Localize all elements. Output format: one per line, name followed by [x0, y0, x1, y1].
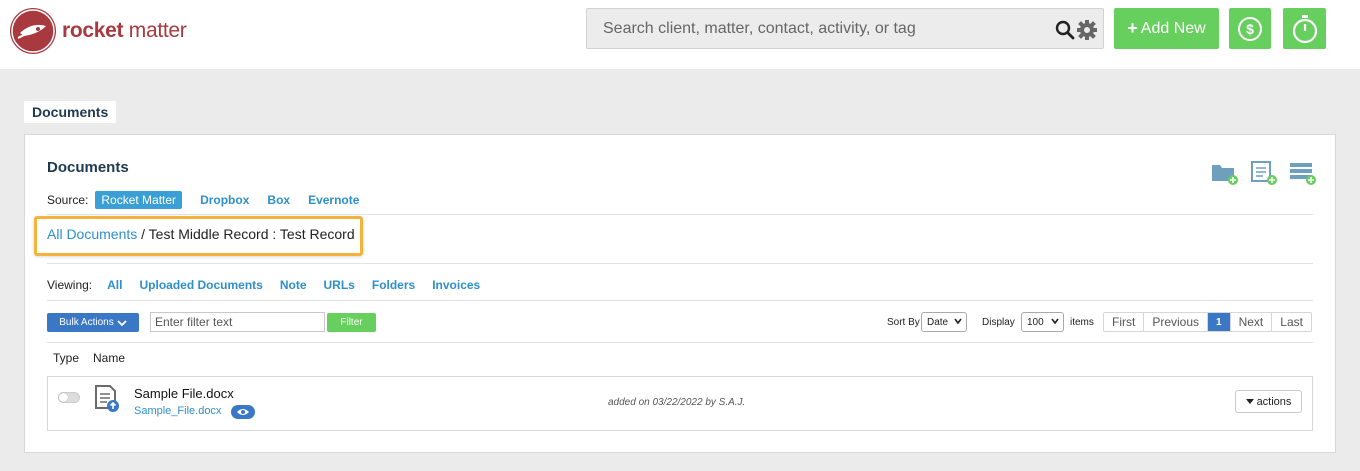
- bulk-actions-button[interactable]: Bulk Actions: [47, 313, 139, 332]
- add-new-button[interactable]: + Add New: [1114, 8, 1219, 49]
- billing-button[interactable]: $: [1229, 8, 1271, 49]
- divider: [47, 300, 1313, 301]
- sort-by-label: Sort By: [887, 317, 920, 328]
- gear-icon[interactable]: [1076, 19, 1098, 41]
- rocket-logo-icon: [10, 8, 56, 54]
- sort-by-select[interactable]: Date: [921, 312, 967, 332]
- items-label: items: [1070, 317, 1094, 328]
- divider: [47, 263, 1313, 264]
- chevron-down-icon: [954, 318, 962, 325]
- add-list-icon[interactable]: [1289, 159, 1318, 187]
- table-header: [47, 342, 1313, 376]
- top-header: rocket matter + Add New $: [0, 0, 1360, 69]
- file-download-link[interactable]: Sample_File.docx: [134, 405, 221, 417]
- page-tab-documents[interactable]: Documents: [24, 101, 116, 123]
- global-search: [586, 8, 1104, 49]
- view-folders[interactable]: Folders: [372, 278, 415, 292]
- search-input[interactable]: [603, 20, 1043, 38]
- column-header-name[interactable]: Name: [93, 351, 125, 365]
- added-on-text: added on 03/22/2022 by S.A.J.: [608, 397, 746, 408]
- divider: [47, 214, 1313, 215]
- dollar-icon: $: [1238, 16, 1262, 41]
- bulk-actions-label: Bulk Actions: [59, 317, 114, 328]
- source-label: Source:: [47, 193, 89, 207]
- panel-title: Documents: [47, 159, 129, 176]
- preview-eye-icon[interactable]: [231, 405, 255, 419]
- timer-button[interactable]: [1283, 8, 1326, 49]
- display-count-select[interactable]: 100: [1021, 312, 1064, 332]
- source-rocket-matter[interactable]: Rocket Matter: [95, 191, 183, 209]
- page-next[interactable]: Next: [1231, 313, 1273, 331]
- caret-down-icon: [1245, 399, 1254, 404]
- page-previous[interactable]: Previous: [1144, 313, 1209, 331]
- display-count-value: 100: [1027, 316, 1044, 328]
- row-actions-label: actions: [1256, 395, 1292, 408]
- search-icon[interactable]: [1055, 20, 1075, 40]
- chevron-down-icon: [117, 319, 127, 326]
- source-selector: Source: Rocket Matter Dropbox Box Everno…: [47, 191, 359, 209]
- viewing-filter: Viewing: All Uploaded Documents Note URL…: [47, 278, 497, 292]
- page-current[interactable]: 1: [1208, 313, 1231, 331]
- documents-panel: Documents Source: Rocket Matter Dropbox …: [24, 134, 1336, 453]
- new-document-icon[interactable]: [1250, 159, 1279, 187]
- breadcrumb: All Documents / Test Middle Record : Tes…: [47, 226, 355, 242]
- filter-input[interactable]: [150, 312, 325, 332]
- document-toolbar: [1211, 159, 1318, 187]
- rocket-matter-logo[interactable]: rocket matter: [10, 8, 187, 54]
- breadcrumb-current: / Test Middle Record : Test Record: [137, 226, 355, 242]
- chevron-down-icon: [1051, 318, 1059, 325]
- uploaded-document-icon: [93, 384, 123, 414]
- add-new-label: Add New: [1140, 19, 1206, 37]
- filter-button[interactable]: Filter: [327, 313, 376, 332]
- display-label: Display: [982, 317, 1015, 328]
- view-uploaded-documents[interactable]: Uploaded Documents: [139, 278, 262, 292]
- plus-icon: +: [1127, 18, 1138, 38]
- page-last[interactable]: Last: [1272, 313, 1311, 331]
- row-actions-button[interactable]: actions: [1235, 390, 1302, 413]
- svg-text:$: $: [1246, 21, 1254, 37]
- source-evernote[interactable]: Evernote: [308, 193, 359, 207]
- view-all[interactable]: All: [107, 278, 122, 292]
- stopwatch-icon: [1292, 14, 1317, 43]
- select-toggle[interactable]: [58, 392, 80, 403]
- logo-text: rocket matter: [62, 19, 187, 42]
- new-folder-icon[interactable]: [1211, 159, 1240, 187]
- sort-by-value: Date: [927, 316, 949, 328]
- pagination: First Previous 1 Next Last: [1103, 312, 1312, 332]
- viewing-label: Viewing:: [47, 278, 93, 292]
- column-header-type[interactable]: Type: [53, 351, 79, 365]
- page-first[interactable]: First: [1104, 313, 1145, 331]
- table-row: Sample File.docx Sample_File.docx added …: [47, 376, 1313, 431]
- view-note[interactable]: Note: [280, 278, 307, 292]
- source-dropbox[interactable]: Dropbox: [200, 193, 249, 207]
- file-title: Sample File.docx: [134, 386, 234, 401]
- view-invoices[interactable]: Invoices: [432, 278, 480, 292]
- breadcrumb-all-documents[interactable]: All Documents: [47, 226, 137, 242]
- view-urls[interactable]: URLs: [324, 278, 355, 292]
- source-box[interactable]: Box: [267, 193, 290, 207]
